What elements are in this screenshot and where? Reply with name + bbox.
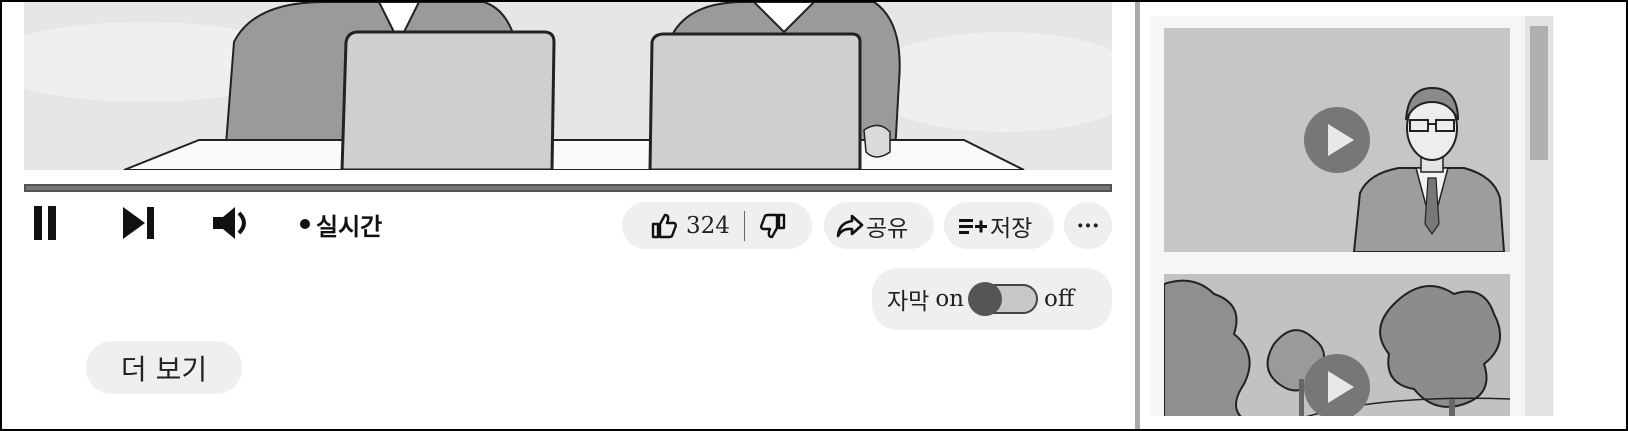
video-frame-illustration [24,2,1112,170]
live-label: 실시간 [316,212,383,241]
live-dot-icon [300,219,310,229]
live-indicator: 실시간 [300,210,382,241]
pause-button[interactable] [30,204,60,242]
volume-icon [213,207,246,239]
like-count: 324 [686,212,730,239]
show-more-button[interactable]: 더 보기 [86,341,242,394]
subtitles-toggle[interactable] [968,282,1038,316]
share-button[interactable]: 공유 [824,202,934,249]
more-icon: ··· [1076,212,1100,239]
volume-button[interactable] [210,202,254,244]
toggle-knob [968,282,1002,316]
recommended-video-thumbnail[interactable] [1164,28,1510,252]
subtitles-label: 자막 [887,289,930,315]
like-button[interactable]: 324 [650,212,730,240]
video-player[interactable] [24,2,1112,170]
show-more-label: 더 보기 [120,352,208,386]
subtitles-control: 자막 on off [872,268,1112,330]
like-separator [743,210,745,241]
thumbs-down-icon [759,213,786,238]
like-dislike-group: 324 [622,202,812,249]
sidebar-scrollbar-thumb[interactable] [1530,26,1548,160]
more-actions-button[interactable]: ··· [1064,202,1112,249]
thumbs-up-icon [651,213,677,238]
subtitles-off-label: off [1044,286,1075,312]
recommendations-sidebar [1150,16,1554,416]
share-arrow-icon [836,214,864,237]
recommended-video-thumbnail[interactable] [1164,274,1510,416]
pause-icon [34,206,56,240]
play-icon [1304,107,1370,173]
next-button[interactable] [118,204,158,242]
progress-bar[interactable] [24,184,1112,192]
share-label: 공유 [866,215,909,242]
save-label: 저장 [990,215,1033,242]
save-button[interactable]: 저장 [944,202,1054,249]
progress-fill [26,186,1110,190]
app-window: 실시간 324 공유 저장 ··· 자막 on off 더 보기 [0,0,1628,431]
playlist-add-icon [959,218,987,234]
sidebar-divider [1135,2,1140,429]
play-icon [1304,354,1370,416]
dislike-button[interactable] [759,212,787,240]
subtitles-on-label: on [935,286,964,312]
skip-next-icon [123,207,154,239]
